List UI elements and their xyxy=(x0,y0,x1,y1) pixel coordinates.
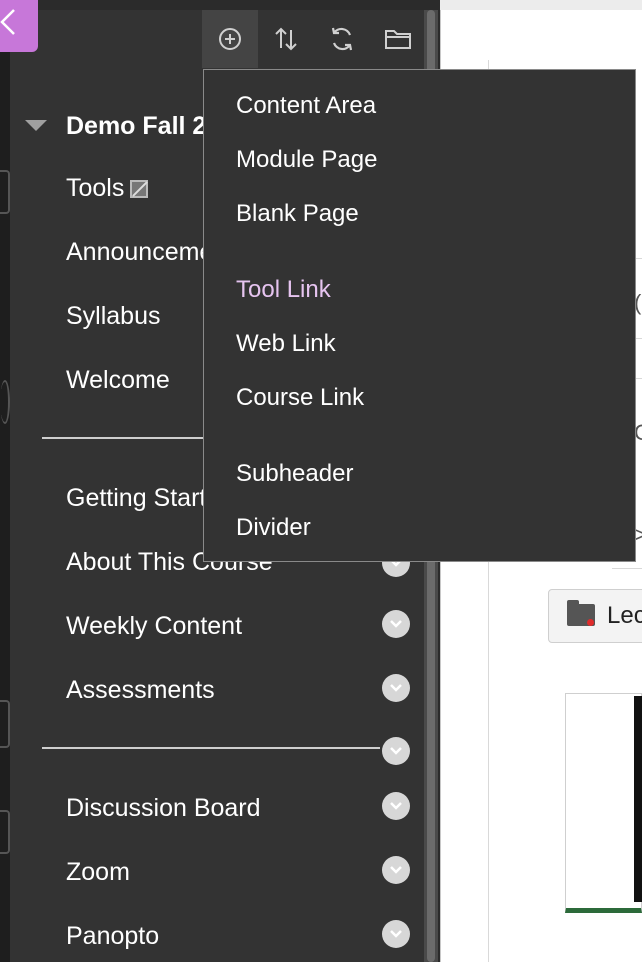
strip-mark xyxy=(0,380,10,424)
chevron-down-icon[interactable] xyxy=(382,856,410,884)
add-divider-item[interactable]: Divider xyxy=(236,514,311,542)
menu-item-weekly-content[interactable]: Weekly Content xyxy=(66,612,242,641)
sort-arrows-icon xyxy=(275,27,297,51)
add-course-link-item[interactable]: Course Link xyxy=(236,384,364,412)
panel-rule xyxy=(612,568,642,569)
video-preview xyxy=(634,696,642,902)
chevron-down-icon[interactable] xyxy=(382,610,410,638)
lecture-folder-button[interactable]: Lec xyxy=(548,589,642,643)
hidden-from-students-icon xyxy=(130,180,149,198)
menu-item-syllabus[interactable]: Syllabus xyxy=(66,302,161,331)
menu-item-label: Tools xyxy=(66,174,125,202)
chevron-down-icon[interactable] xyxy=(382,737,410,765)
add-subheader-item[interactable]: Subheader xyxy=(236,460,353,488)
manage-folders-button[interactable] xyxy=(370,10,426,68)
video-thumbnail-card[interactable] xyxy=(565,693,642,913)
status-dot xyxy=(587,619,594,626)
refresh-icon xyxy=(331,27,353,51)
menu-item-zoom[interactable]: Zoom xyxy=(66,858,130,887)
chevron-down-icon[interactable] xyxy=(382,674,410,702)
refresh-button[interactable] xyxy=(314,10,370,68)
menu-item-tools[interactable]: Tools xyxy=(66,174,149,203)
course-title: Demo Fall 2 xyxy=(66,112,207,140)
add-menu-item-button[interactable] xyxy=(202,10,258,68)
menu-divider xyxy=(42,747,380,749)
collapse-triangle-icon[interactable] xyxy=(25,120,47,131)
add-content-area-item[interactable]: Content Area xyxy=(236,92,376,120)
chevron-down-icon[interactable] xyxy=(382,920,410,948)
chevron-left-icon xyxy=(0,9,15,35)
reorder-button[interactable] xyxy=(258,10,314,68)
strip-mark xyxy=(0,810,10,854)
lecture-folder-label: Lec xyxy=(607,602,642,629)
add-module-page-item[interactable]: Module Page xyxy=(236,146,377,174)
plus-circle-icon xyxy=(219,28,241,50)
menu-item-panopto[interactable]: Panopto xyxy=(66,922,159,951)
add-web-link-item[interactable]: Web Link xyxy=(236,330,336,358)
menu-item-welcome[interactable]: Welcome xyxy=(66,366,170,395)
folder-icon xyxy=(385,30,411,49)
strip-mark xyxy=(0,170,10,214)
back-button[interactable] xyxy=(0,0,38,52)
chevron-down-icon[interactable] xyxy=(382,792,410,820)
left-nav-strip xyxy=(0,0,10,962)
add-tool-link-item[interactable]: Tool Link xyxy=(236,276,331,304)
strip-mark xyxy=(0,700,10,748)
menu-item-assessments[interactable]: Assessments xyxy=(66,676,215,705)
menu-item-discussion-board[interactable]: Discussion Board xyxy=(66,794,261,823)
add-blank-page-item[interactable]: Blank Page xyxy=(236,200,359,228)
add-menu-dropdown: Content Area Module Page Blank Page Tool… xyxy=(203,69,636,562)
menu-divider xyxy=(42,437,222,439)
